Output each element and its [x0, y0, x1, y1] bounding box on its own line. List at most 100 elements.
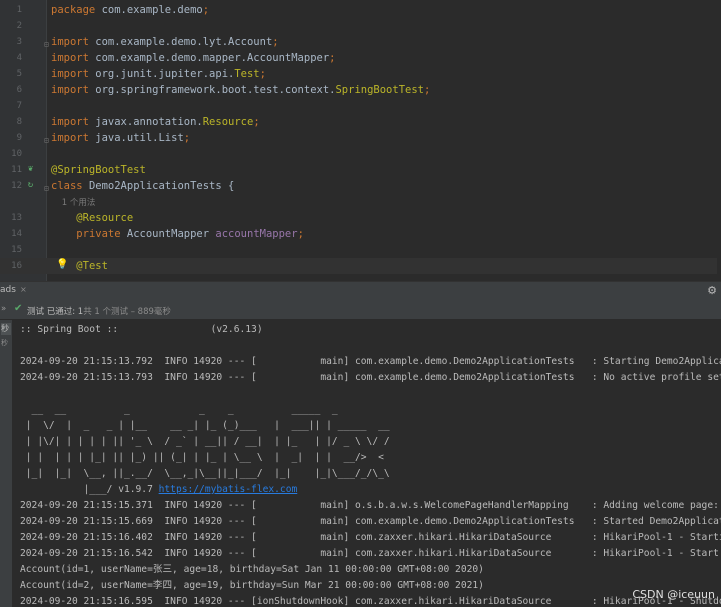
code-text: import com.example.demo.mapper.AccountMa…	[51, 50, 336, 66]
code-token: import	[51, 84, 96, 96]
code-text: import org.springframework.boot.test.con…	[51, 82, 430, 98]
line-number: 15	[11, 245, 22, 255]
code-token: private	[76, 228, 127, 240]
code-line[interactable]: 16 💡 @Test	[0, 258, 721, 274]
code-line[interactable]: 14 private AccountMapper accountMapper;	[0, 226, 721, 242]
console-text: Account(id=1, userName=张三, age=18, birth…	[20, 564, 484, 575]
line-number: 2	[16, 21, 22, 31]
code-text: import com.example.demo.lyt.Account;	[51, 34, 279, 50]
console-text: 2024-09-20 21:15:15.669 INFO 14920 --- […	[20, 516, 721, 527]
console-text: 2024-09-20 21:15:16.542 INFO 14920 --- […	[20, 548, 721, 559]
code-token: Demo2ApplicationTests {	[88, 180, 235, 192]
console-line: 2024-09-20 21:15:16.402 INFO 14920 --- […	[20, 530, 721, 546]
console-line: 2024-09-20 21:15:13.793 INFO 14920 --- […	[20, 370, 721, 386]
console-link[interactable]: https://mybatis-flex.com	[159, 484, 298, 495]
console-line: 2024-09-20 21:15:16.595 INFO 14920 --- […	[20, 594, 721, 607]
code-token: ;	[424, 84, 431, 96]
code-token: import	[51, 68, 96, 80]
code-text: @SpringBootTest	[51, 162, 146, 178]
console-line: | | | | | |_| || |_) || (_| | |_ | \__ \…	[20, 450, 384, 466]
console-line: :: Spring Boot :: (v2.6.13)	[20, 322, 263, 338]
code-token: Resource	[202, 116, 254, 128]
code-token: import	[51, 116, 96, 128]
spring-bean-icon[interactable]: ❦	[25, 164, 36, 175]
code-line[interactable]: 12 ↻ ⊟ class Demo2ApplicationTests {	[0, 178, 721, 194]
editor-scrollbar[interactable]	[717, 0, 721, 281]
code-line[interactable]: 9 ⊟ import java.util.List;	[0, 130, 721, 146]
run-test-icon[interactable]: ↻	[25, 180, 36, 191]
line-number: 4	[16, 53, 22, 63]
code-line[interactable]: 5 import org.junit.jupiter.api.Test;	[0, 66, 721, 82]
code-token: class	[51, 180, 89, 192]
code-token: org.springframework.boot.test.context.	[95, 84, 336, 96]
line-number: 3	[16, 37, 22, 47]
code-text: @Test	[51, 258, 108, 274]
console-line: 2024-09-20 21:15:16.542 INFO 14920 --- […	[20, 546, 721, 562]
code-line[interactable]: 8 import javax.annotation.Resource;	[0, 114, 721, 130]
console-line: | |\/| | | | | || '_ \ / _` | __|| / __|…	[20, 434, 390, 450]
console-output[interactable]: 秒 秒 :: Spring Boot :: (v2.6.13)2024-09-2…	[0, 320, 721, 607]
code-line[interactable]: 3 ⊟ import com.example.demo.lyt.Account;	[0, 34, 721, 50]
console-text: __ __ _ _ _ _____ _	[20, 404, 338, 415]
code-token: com.example.demo	[101, 4, 203, 16]
console-text: | \/ | _ _ | |__ __ _| |_ (_)___ | ___||…	[20, 420, 390, 431]
code-editor[interactable]: 1 package com.example.demo; 2 3 ⊟ import com.…	[0, 0, 721, 281]
code-token: com.example.demo.lyt.Account	[95, 36, 273, 48]
test-result-prefix: 测试 已通过:	[27, 307, 78, 317]
code-line[interactable]: 6 import org.springframework.boot.test.co…	[0, 82, 721, 98]
code-line[interactable]: 13 @Resource	[0, 210, 721, 226]
code-token: SpringBootTest	[335, 84, 424, 96]
code-token: @Resource	[76, 212, 134, 224]
code-line[interactable]: 1 package com.example.demo;	[0, 2, 721, 18]
console-text: 2024-09-20 21:15:15.371 INFO 14920 --- […	[20, 500, 719, 511]
console-line: __ __ _ _ _ _____ _	[20, 402, 338, 418]
code-token: @Test	[76, 260, 108, 272]
code-text: package com.example.demo;	[51, 2, 209, 18]
code-line[interactable]: 2	[0, 18, 721, 34]
code-text: import org.junit.jupiter.api.Test;	[51, 66, 266, 82]
console-text: | | | | | |_| || |_) || (_| | |_ | \__ \…	[20, 452, 384, 463]
line-number: 14	[11, 229, 22, 239]
expand-icon[interactable]: »	[1, 304, 6, 314]
gear-icon[interactable]: ⚙	[707, 284, 717, 297]
watermark: CSDN @iceuun	[632, 588, 715, 601]
line-number: 16	[11, 261, 22, 271]
console-text: 2024-09-20 21:15:16.402 INFO 14920 --- […	[20, 532, 721, 543]
check-icon: ✔	[14, 303, 23, 314]
console-line: 2024-09-20 21:15:13.792 INFO 14920 --- […	[20, 354, 721, 370]
code-line[interactable]: 15	[0, 242, 721, 258]
test-duration-tab[interactable]: 秒	[1, 323, 11, 335]
test-result-text: 测试 已通过: 1共 1 个测试 – 889毫秒	[27, 305, 171, 317]
close-icon[interactable]: ×	[20, 285, 27, 294]
test-status-bar: » ✔ 测试 已通过: 1共 1 个测试 – 889毫秒	[0, 301, 721, 320]
line-number: 9	[16, 133, 22, 143]
code-token: 1 个用法	[51, 198, 96, 208]
line-number: 7	[16, 101, 22, 111]
code-line[interactable]: 4 import com.example.demo.mapper.AccountM…	[0, 50, 721, 66]
code-line[interactable]: 10	[0, 146, 721, 162]
run-tab[interactable]: ads	[0, 285, 16, 295]
line-number: 10	[11, 149, 22, 159]
console-line: 2024-09-20 21:15:15.371 INFO 14920 --- […	[20, 498, 721, 514]
test-duration-label: 秒	[1, 339, 8, 347]
code-line[interactable]: 7	[0, 98, 721, 114]
line-number: 8	[16, 117, 22, 127]
code-token: ;	[272, 36, 279, 48]
code-token: AccountMapper	[126, 228, 216, 240]
test-tree-sidebar: 秒 秒	[0, 320, 12, 607]
line-number: 1	[16, 5, 22, 15]
console-text: Account(id=2, userName=李四, age=19, birth…	[20, 580, 484, 591]
code-text: 1 个用法	[51, 194, 96, 211]
line-number: 5	[16, 69, 22, 79]
code-token: Test	[234, 68, 260, 80]
code-token: ;	[253, 116, 260, 128]
line-number: 12	[11, 181, 22, 191]
code-line[interactable]: 11 ❦ @SpringBootTest	[0, 162, 721, 178]
console-text: | |\/| | | | | || '_ \ / _` | __|| / __|…	[20, 436, 390, 447]
code-token: package	[51, 4, 102, 16]
code-line[interactable]: 1 个用法	[0, 194, 721, 210]
console-line: |_| |_| \__, ||_.__/ \__,_|\__||_|___/ |…	[20, 466, 390, 482]
console-text: 2024-09-20 21:15:16.595 INFO 14920 --- […	[20, 596, 721, 607]
